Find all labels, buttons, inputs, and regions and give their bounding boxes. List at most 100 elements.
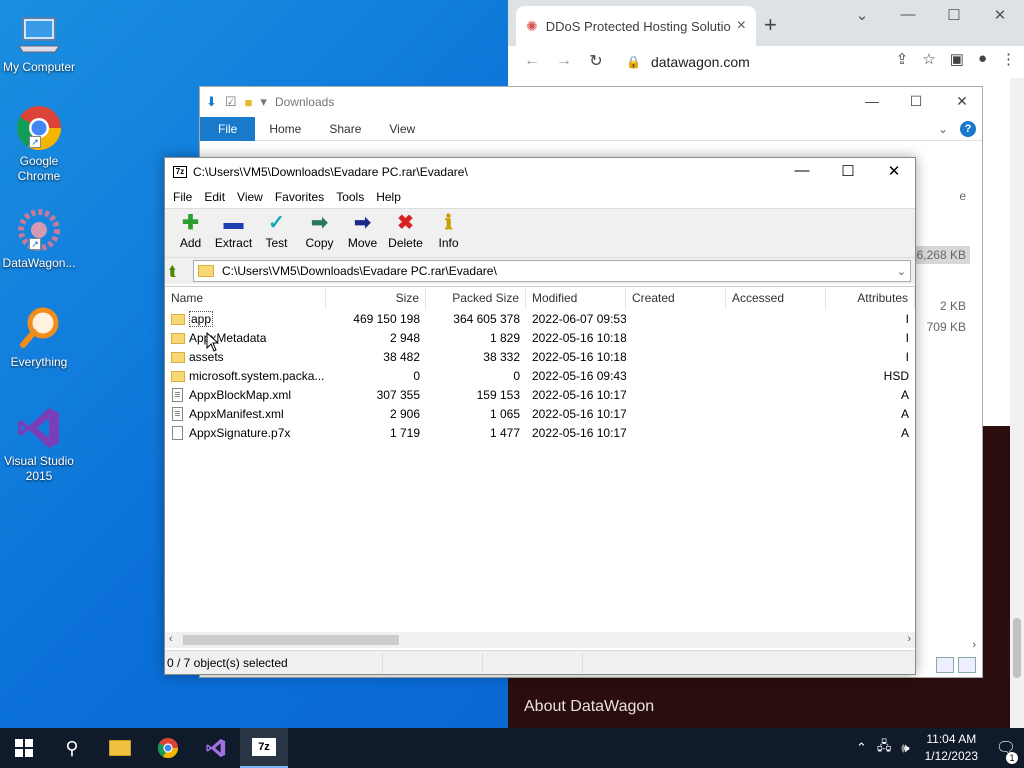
minimize-button[interactable]: — (862, 93, 882, 109)
maximize-button[interactable]: ☐ (906, 93, 926, 110)
large-icons-view-icon[interactable] (958, 657, 976, 673)
clock[interactable]: 11:04 AM 1/12/2023 (915, 731, 988, 765)
scroll-right-icon[interactable]: › (907, 633, 911, 645)
properties-icon[interactable]: ☑ (225, 94, 237, 110)
cell-size: 2 906 (389, 406, 420, 421)
cell-modified: 2022-05-16 10:18 (532, 349, 626, 364)
menu-view[interactable]: View (231, 190, 269, 204)
menu-favorites[interactable]: Favorites (269, 190, 330, 204)
table-row[interactable]: AppxManifest.xml 2 906 1 065 2022-05-16 10:… (165, 404, 915, 423)
file-icon (172, 406, 183, 421)
bookmark-star-icon[interactable]: ☆ (922, 50, 935, 68)
taskbar-visual-studio[interactable] (192, 728, 240, 768)
cell-size: 2 948 (389, 330, 420, 345)
test-button[interactable]: ✓ Test (255, 209, 298, 250)
folder-up-icon[interactable]: ⮬ (169, 263, 193, 280)
sevenzip-app-icon: 7z (173, 166, 187, 178)
cell-size: 38 482 (383, 349, 420, 364)
chevron-down-icon[interactable]: ⌄ (852, 6, 872, 24)
search-button[interactable]: ⚲ (48, 728, 96, 768)
table-row[interactable]: AppxSignature.p7x 1 719 1 477 2022-05-16 10… (165, 423, 915, 442)
details-view-icon[interactable] (936, 657, 954, 673)
desktop-icon-google-chrome[interactable]: ↗ Google Chrome (2, 104, 76, 184)
taskbar-7zip[interactable]: 7z (240, 728, 288, 768)
column-header-attributes[interactable]: Attributes (826, 287, 915, 309)
close-button[interactable]: ✕ (990, 6, 1010, 24)
new-tab-button[interactable]: + (764, 12, 777, 38)
action-center-button[interactable]: 🗨 1 (988, 738, 1024, 764)
scroll-thumb[interactable] (183, 635, 399, 645)
chrome-scrollbar[interactable] (1010, 78, 1024, 728)
close-button[interactable]: ✕ (879, 162, 909, 180)
network-icon[interactable]: 🖧 (872, 737, 897, 759)
copy-button[interactable]: ➡ Copy (298, 209, 341, 250)
desktop-icon-everything[interactable]: Everything (2, 305, 76, 370)
close-button[interactable]: ✕ (952, 93, 972, 110)
chrome-icon: ↗ (15, 104, 63, 152)
scroll-left-icon[interactable]: ‹ (169, 633, 173, 645)
menu-edit[interactable]: Edit (198, 190, 231, 204)
chevron-down-icon[interactable]: ⌄ (938, 122, 948, 136)
desktop-icon-datawagon[interactable]: ↗ DataWagon... (2, 206, 76, 271)
back-icon[interactable]: ← (516, 52, 548, 70)
system-tray: ⌃ 🖧 🕪 11:04 AM 1/12/2023 🗨 1 (851, 728, 1024, 768)
taskbar-chrome[interactable] (144, 728, 192, 768)
share-icon[interactable]: ⇪ (896, 50, 909, 68)
copy-arrow-icon: ➡ (311, 212, 328, 234)
table-row[interactable]: AppxMetadata 2 948 1 829 2022-05-16 10:18 I (165, 328, 915, 347)
about-datawagon-link[interactable]: About DataWagon (524, 698, 654, 716)
column-header-packed-size[interactable]: Packed Size (426, 287, 526, 309)
maximize-button[interactable]: ☐ (833, 162, 863, 180)
start-button[interactable] (0, 728, 48, 768)
move-button[interactable]: ➡ Move (341, 209, 384, 250)
quick-access-dropdown-icon[interactable]: ▾ (260, 94, 267, 110)
column-header-modified[interactable]: Modified (526, 287, 626, 309)
cell-name: microsoft.system.packa... (165, 369, 326, 383)
table-row[interactable]: assets 38 482 38 332 2022-05-16 10:18 I (165, 347, 915, 366)
minimize-button[interactable]: — (787, 162, 817, 179)
address-field[interactable]: C:\Users\VM5\Downloads\Evadare PC.rar\Ev… (193, 260, 911, 282)
desktop-icon-label: Visual Studio 2015 (4, 454, 74, 483)
info-button[interactable]: ℹ Info (427, 209, 470, 250)
cell-name: assets (165, 350, 326, 364)
profile-icon[interactable]: ● (978, 50, 987, 68)
taskbar-file-explorer[interactable] (96, 728, 144, 768)
scroll-right-icon[interactable]: › (972, 639, 976, 651)
column-header-name[interactable]: Name (165, 287, 326, 309)
help-icon[interactable]: ? (960, 120, 976, 137)
ribbon-tab-view[interactable]: View (375, 117, 429, 141)
close-icon[interactable]: × (737, 17, 746, 35)
ribbon-tab-file[interactable]: File (200, 116, 256, 141)
column-header-size[interactable]: Size (326, 287, 426, 309)
address-bar[interactable]: 🔒 datawagon.com (626, 48, 904, 76)
menu-file[interactable]: File (167, 190, 198, 204)
reload-icon[interactable]: ↻ (580, 51, 612, 71)
menu-help[interactable]: Help (370, 190, 407, 204)
ribbon-tab-home[interactable]: Home (255, 117, 315, 141)
desktop-icon-my-computer[interactable]: My Computer (2, 10, 76, 75)
add-button[interactable]: ✚ Add (169, 209, 212, 250)
explorer-ribbon: File Home Share View ⌄ ? (200, 116, 982, 141)
toolbar-label: Test (265, 236, 288, 250)
sidepanel-icon[interactable]: ▣ (950, 50, 964, 68)
delete-button[interactable]: ✖ Delete (384, 209, 427, 250)
extract-button[interactable]: ▬ Extract (212, 209, 255, 250)
forward-icon[interactable]: → (548, 52, 580, 70)
table-row[interactable]: microsoft.system.packa... 0 0 2022-05-16 09… (165, 366, 915, 385)
table-row[interactable]: app 469 150 198 364 605 378 2022-06-07 09:5… (165, 309, 915, 328)
selection-status: 0 / 7 object(s) selected (165, 652, 383, 673)
column-header-accessed[interactable]: Accessed (726, 287, 826, 309)
column-header-created[interactable]: Created (626, 287, 726, 309)
table-row[interactable]: AppxBlockMap.xml 307 355 159 153 2022-05-16… (165, 385, 915, 404)
chevron-down-icon[interactable]: ⌄ (897, 265, 906, 278)
menu-kebab-icon[interactable]: ⋮ (1001, 50, 1016, 68)
chrome-tab[interactable]: ✺ DDoS Protected Hosting Solutio × (516, 6, 756, 46)
ribbon-tab-share[interactable]: Share (315, 117, 375, 141)
chevron-up-icon[interactable]: ⌃ (851, 740, 872, 756)
list-hscroll[interactable]: ‹ › (165, 632, 915, 648)
minimize-button[interactable]: — (898, 6, 918, 23)
volume-icon[interactable]: 🕪 (896, 740, 914, 756)
maximize-button[interactable]: ☐ (944, 6, 964, 24)
menu-tools[interactable]: Tools (330, 190, 370, 204)
desktop-icon-visual-studio[interactable]: Visual Studio 2015 (2, 404, 76, 484)
